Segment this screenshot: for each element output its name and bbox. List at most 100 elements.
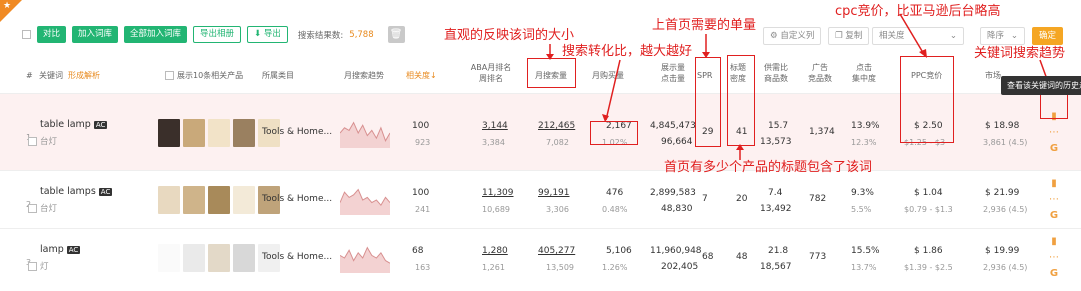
- row-checkbox[interactable]: [28, 262, 37, 271]
- monthly-purchase: 476: [606, 188, 624, 198]
- col-aba-rank[interactable]: ABA月排名 周排名: [466, 62, 516, 84]
- google-icon[interactable]: G: [1047, 141, 1061, 157]
- ad-products: 1,374: [809, 127, 835, 137]
- confirm-button[interactable]: 确定: [1032, 27, 1064, 45]
- col-supply-demand[interactable]: 供需比 商品数: [759, 62, 793, 84]
- add-all-button[interactable]: 全部加入词库: [124, 26, 188, 43]
- more-icon[interactable]: ⋯: [1047, 125, 1061, 141]
- aba-rank[interactable]: 11,309: [482, 187, 514, 200]
- product-thumbnail[interactable]: [183, 244, 205, 272]
- product-thumbnail[interactable]: [183, 119, 205, 147]
- select-all-checkbox[interactable]: [22, 30, 31, 39]
- col-click-concentration[interactable]: 点击 集中度: [852, 62, 876, 84]
- keyword-cell[interactable]: table lamp AC: [40, 119, 108, 130]
- more-icon[interactable]: ⋯: [1047, 250, 1061, 266]
- total-label: 搜索结果数:: [297, 30, 344, 41]
- annotation-conversion: 搜索转化比，越大越好: [562, 44, 693, 59]
- product-count: 13,492: [760, 204, 792, 214]
- product-thumbnail[interactable]: [158, 119, 180, 147]
- annotation-density: 首页有多少个产品的标题包含了该词: [664, 160, 873, 175]
- category-cell: Tools & Home...: [262, 127, 333, 137]
- product-thumbnail[interactable]: [158, 186, 180, 214]
- monthly-search[interactable]: 99,191: [538, 187, 570, 200]
- relevance-value: 68: [412, 246, 424, 256]
- keyword-text[interactable]: table lamps: [40, 186, 96, 197]
- export-button[interactable]: ⬇ 导出: [247, 26, 288, 43]
- custom-columns-button[interactable]: ⚙ 自定义列: [763, 27, 822, 45]
- monthly-search[interactable]: 212,465: [538, 120, 575, 133]
- annotation-first-page: 上首页需要的单量: [652, 18, 757, 33]
- col-keyword[interactable]: 关键词: [39, 70, 63, 81]
- product-thumbnail[interactable]: [158, 244, 180, 272]
- copy-button[interactable]: ❐ 复制: [828, 27, 870, 45]
- col-impressions[interactable]: 展示量 点击量: [648, 62, 698, 84]
- table-row[interactable]: 3 lampAC 灯 Tools & Home... 68 163 1,280 …: [0, 228, 1081, 287]
- trend-sparkline[interactable]: [340, 118, 390, 148]
- row-checkbox[interactable]: [28, 137, 37, 146]
- keyword-cn: 灯: [40, 262, 49, 272]
- trend-tooltip: 查看该关键词的历史走: [1001, 76, 1081, 95]
- relevance-sub: 923: [415, 138, 431, 147]
- google-icon[interactable]: G: [1047, 208, 1061, 224]
- sort-field-select[interactable]: 相关度 ⌄: [872, 27, 964, 45]
- keyword-cell[interactable]: table lamps AC: [40, 186, 113, 197]
- col-relevance[interactable]: 相关度↓: [406, 70, 437, 81]
- monthly-search-sub: 7,082: [546, 138, 569, 147]
- row-actions: ▮ ⋯ G: [1047, 176, 1061, 224]
- clicks: 48,830: [661, 204, 693, 214]
- table-row[interactable]: 2 table lampsAC 台灯 Tools & Home... 100 2…: [0, 170, 1081, 229]
- keyword-text[interactable]: lamp: [40, 244, 64, 255]
- aba-rank[interactable]: 1,280: [482, 245, 508, 258]
- compare-button[interactable]: 对比: [37, 26, 67, 43]
- row-checkbox[interactable]: [28, 204, 37, 213]
- google-icon[interactable]: G: [1047, 266, 1061, 282]
- ad-products: 782: [809, 194, 827, 204]
- product-thumbnail[interactable]: [208, 186, 230, 214]
- monthly-search[interactable]: 405,277: [538, 245, 575, 258]
- export-images-button[interactable]: 导出相册: [193, 26, 242, 43]
- relevance-value: 100: [412, 188, 430, 198]
- trend-sparkline[interactable]: [340, 243, 390, 273]
- market-reviews: 3,861 (4.5): [983, 138, 1028, 147]
- col-relevance-label: 相关度: [406, 71, 430, 80]
- col-keyword-sub[interactable]: 形成解析: [68, 70, 100, 81]
- col-market[interactable]: 市场: [985, 70, 1001, 81]
- more-icon[interactable]: ⋯: [1047, 192, 1061, 208]
- bar-chart-icon[interactable]: ▮: [1047, 234, 1061, 250]
- product-thumbnail[interactable]: [233, 119, 255, 147]
- product-thumbnail[interactable]: [208, 119, 230, 147]
- product-thumbnail[interactable]: [208, 244, 230, 272]
- market-price: $ 21.99: [985, 188, 1020, 198]
- supply-demand: 7.4: [768, 188, 783, 198]
- aba-rank[interactable]: 3,144: [482, 120, 508, 133]
- annotation-box-title-density: [727, 55, 755, 146]
- col-impressions-label: 展示量: [661, 63, 685, 72]
- keyword-cell[interactable]: lamp AC: [40, 244, 81, 255]
- download-icon: ⬇: [254, 29, 264, 39]
- col-monthly-purchase[interactable]: 月购买量: [592, 70, 624, 81]
- col-ad-products[interactable]: 广告 竞品数: [808, 62, 832, 84]
- trend-sparkline[interactable]: [340, 185, 390, 215]
- copy-label: 复制: [845, 31, 863, 41]
- aba-week-rank: 1,261: [482, 263, 505, 272]
- chevron-down-icon: ⌄: [1010, 31, 1018, 41]
- col-click-conc-label2: 集中度: [852, 74, 876, 83]
- click-concentration-sub: 13.7%: [851, 263, 877, 272]
- col-click-conc-label: 点击: [856, 63, 872, 72]
- trash-icon[interactable]: 🗑: [387, 26, 405, 43]
- product-thumbnail[interactable]: [233, 244, 255, 272]
- bar-chart-icon[interactable]: ▮: [1047, 176, 1061, 192]
- keyword-cn: 台灯: [40, 204, 58, 214]
- annotation-size: 直观的反映该词的大小: [444, 28, 575, 43]
- keyword-text[interactable]: table lamp: [40, 119, 91, 130]
- add-to-library-button[interactable]: 加入词库: [72, 26, 119, 43]
- supply-demand: 21.8: [768, 246, 789, 256]
- click-concentration: 9.3%: [851, 188, 874, 198]
- product-thumbnail[interactable]: [183, 186, 205, 214]
- show-products-checkbox[interactable]: [165, 71, 174, 80]
- category-cell: Tools & Home...: [262, 194, 333, 204]
- supply-demand: 15.7: [768, 121, 789, 131]
- product-thumbnail[interactable]: [233, 186, 255, 214]
- sort-order-select[interactable]: 降序 ⌄: [980, 27, 1025, 45]
- aba-week-rank: 10,689: [482, 205, 510, 214]
